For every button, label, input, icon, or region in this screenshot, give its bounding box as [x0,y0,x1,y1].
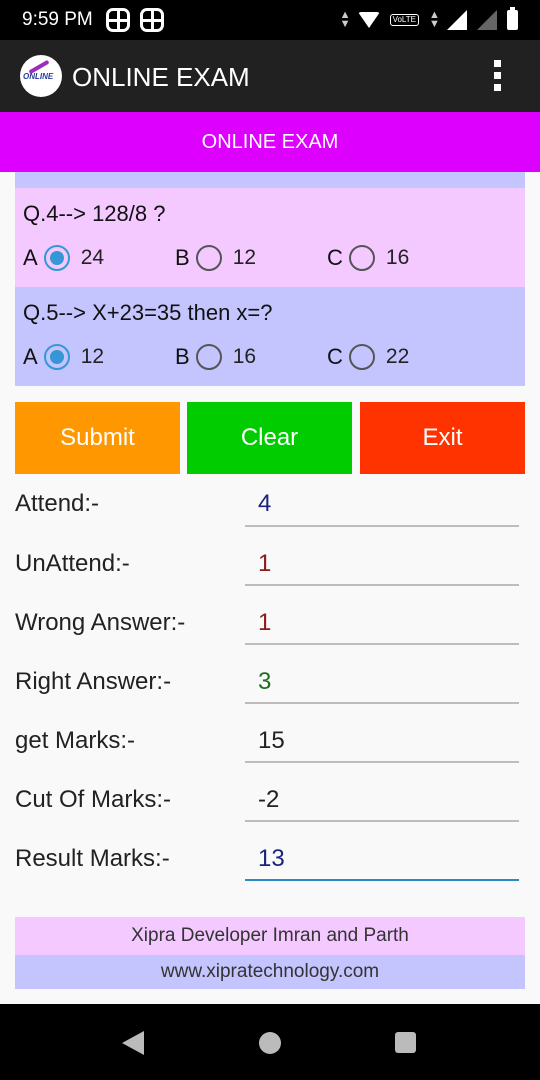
attend-field[interactable]: 4 [258,490,271,518]
signal-icon [477,10,497,30]
volte-badge: VoLTE [389,14,419,26]
signal-icon [447,10,467,30]
cut-of-marks-field[interactable]: -2 [258,786,279,814]
radio-button[interactable] [43,245,70,271]
question-card: Q.4--> 128/8 ? A 24 B 12 C 16 [15,188,525,287]
field-underline [245,761,519,763]
page-header: ONLINE EXAM [0,112,540,172]
get-marks-field[interactable]: 15 [258,727,285,755]
field-underline [245,525,519,527]
status-bar: 9:59 PM ▲ ▼ VoLTE ▲ ▼ [0,0,540,40]
radio-button[interactable] [195,245,222,271]
option-a[interactable]: A 12 [23,342,104,372]
website-link[interactable]: www.xipratechnology.com [15,955,525,989]
wrong-answer-label: Wrong Answer:- [15,609,186,636]
home-icon[interactable] [259,1032,281,1054]
option-c[interactable]: C 16 [327,243,409,273]
data-activity-icon: ▲ ▼ [339,9,351,30]
option-c[interactable]: C 22 [327,342,409,372]
radio-button[interactable] [195,344,222,370]
question-text: Q.4--> 128/8 ? [23,201,166,226]
system-nav-bar [0,1004,540,1080]
radio-button[interactable] [348,344,375,370]
field-underline [245,820,519,822]
wifi-icon [357,12,380,28]
right-answer-field[interactable]: 3 [258,668,271,696]
field-underline [245,702,519,704]
wrong-answer-field[interactable]: 1 [258,609,271,637]
radio-button[interactable] [43,344,70,370]
notification-icon [140,8,164,32]
question-text: Q.5--> X+23=35 then x=? [23,300,273,325]
submit-button[interactable]: Submit [15,402,180,474]
app-logo: ONLINE [20,55,62,97]
option-b[interactable]: B 16 [175,342,256,372]
notification-icon [106,8,130,32]
more-vert-icon[interactable] [494,60,502,92]
clear-button[interactable]: Clear [187,402,352,474]
developer-credit: Xipra Developer Imran and Parth [15,917,525,955]
result-marks-field[interactable]: 13 [258,845,285,873]
status-time: 9:59 PM [22,9,93,30]
option-a[interactable]: A 24 [23,243,104,273]
field-underline-focused [245,879,519,881]
back-icon[interactable] [122,1031,144,1055]
field-underline [245,584,519,586]
exam-content: Q.4--> 128/8 ? A 24 B 12 C 16 Q.5--> X+2… [0,172,540,1004]
unattend-field[interactable]: 1 [258,550,271,578]
question-card: Q.5--> X+23=35 then x=? A 12 B 16 C 22 [15,287,525,386]
recent-apps-icon[interactable] [395,1032,416,1053]
data-activity-icon: ▲ ▼ [429,9,440,30]
result-marks-label: Result Marks:- [15,845,170,872]
previous-question-edge [15,172,525,188]
app-title: ONLINE EXAM [72,62,250,92]
app-bar: ONLINE ONLINE EXAM [0,40,540,112]
field-underline [245,643,519,645]
unattend-label: UnAttend:- [15,550,130,577]
attend-label: Attend:- [15,490,100,517]
exit-button[interactable]: Exit [360,402,525,474]
right-answer-label: Right Answer:- [15,668,172,695]
cut-of-marks-label: Cut Of Marks:- [15,786,172,813]
option-b[interactable]: B 12 [175,243,256,273]
get-marks-label: get Marks:- [15,727,136,754]
battery-icon [507,7,518,30]
radio-button[interactable] [348,245,375,271]
